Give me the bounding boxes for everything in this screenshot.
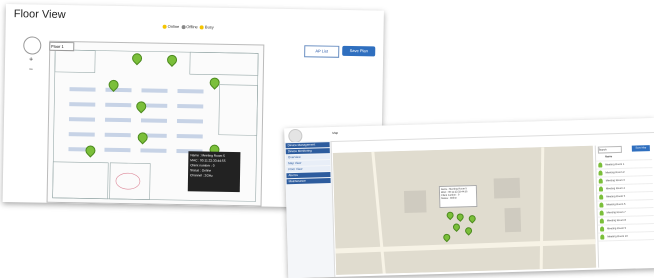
- offline-dot-icon: [181, 25, 186, 30]
- access-point-icon: [598, 178, 603, 184]
- map-canvas[interactable]: Name : Meeting Room 5 MAC : 00:11:22:33:…: [332, 145, 597, 275]
- sidebar: Device Management Device Monitoring Over…: [284, 141, 336, 278]
- save-map-button[interactable]: Save Map: [631, 145, 650, 152]
- legend-busy: Busy: [204, 24, 214, 30]
- ap-list-panel: Search Save Map Name Meeting Room 1 Meet…: [594, 144, 654, 268]
- online-dot-icon: [162, 24, 167, 29]
- busy-dot-icon: [199, 25, 204, 30]
- access-point-icon: [598, 186, 604, 192]
- access-point-icon: [599, 194, 604, 200]
- map-view-window: Map Device Management Device Monitoring …: [284, 118, 654, 278]
- pan-icon[interactable]: [23, 36, 42, 55]
- access-point-icon: [599, 218, 604, 224]
- map-drawing: [332, 145, 597, 275]
- access-point-icon: [599, 202, 604, 208]
- status-legend: Online Offline Busy: [162, 24, 214, 30]
- header-tab[interactable]: Map: [332, 131, 338, 135]
- nav-maintenance[interactable]: Maintenance: [286, 178, 331, 185]
- legend-online: Online: [167, 23, 180, 30]
- map-info-popup: Name : Meeting Room 5 MAC : 00:11:22:33:…: [438, 184, 478, 209]
- access-point-icon: [599, 210, 604, 216]
- zoom-out-button[interactable]: −: [29, 66, 33, 73]
- access-point-icon: [598, 170, 603, 176]
- access-point-icon: [598, 162, 603, 168]
- page-title: Floor View: [13, 8, 66, 22]
- list-item[interactable]: Meeting Room 10: [598, 232, 654, 242]
- legend-offline: Offline: [186, 24, 198, 30]
- access-point-icon: [600, 234, 605, 240]
- ap-tooltip: Name : Meeting Room 5 MAC : 00:11:22:33:…: [187, 151, 241, 193]
- ap-list-button[interactable]: AP List: [304, 45, 340, 58]
- zoom-in-button[interactable]: +: [29, 56, 33, 63]
- info-status: Status : Online: [441, 196, 457, 200]
- access-point-icon: [600, 226, 605, 232]
- save-plan-button[interactable]: Save Plan: [342, 45, 376, 57]
- tooltip-channel: Channel : 2GHz: [190, 173, 213, 178]
- floor-select[interactable]: Floor 1: [49, 41, 75, 52]
